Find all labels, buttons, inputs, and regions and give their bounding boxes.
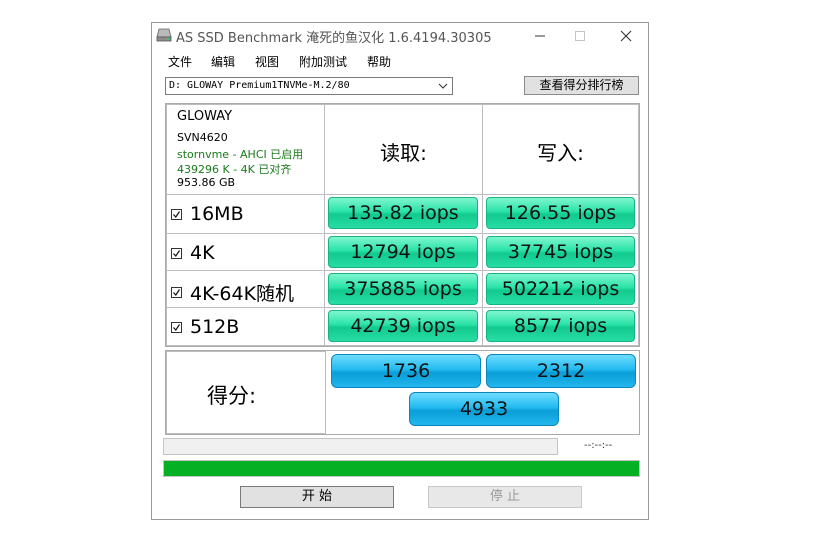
row-label-cell: 16MB: [166, 194, 325, 234]
write-header-cell: 写入:: [482, 104, 639, 195]
title-bar[interactable]: AS SSD Benchmark 淹死的鱼汉化 1.6.4194.30305: [152, 23, 648, 48]
menu-help[interactable]: 帮助: [367, 53, 391, 70]
drive-size: 953.86 GB: [177, 176, 236, 189]
stop-button[interactable]: 停 止: [428, 486, 582, 508]
current-test-progress: [163, 438, 558, 455]
drive-select[interactable]: D: GLOWAY Premium1TNVMe-M.2/80: [165, 77, 453, 95]
as-ssd-window: AS SSD Benchmark 淹死的鱼汉化 1.6.4194.30305 文…: [151, 22, 649, 520]
score-label-cell: 得分:: [166, 351, 326, 434]
result-512b-write: 8577 iops: [486, 310, 635, 342]
menu-extra-tests[interactable]: 附加测试: [299, 53, 347, 70]
result-4k-64k-write: 502212 iops: [486, 273, 635, 305]
result-512b-read: 42739 iops: [328, 310, 478, 342]
score-total: 4933: [409, 392, 559, 426]
window-title: AS SSD Benchmark 淹死的鱼汉化 1.6.4194.30305: [176, 31, 492, 46]
write-header: 写入:: [537, 141, 584, 165]
minimize-button[interactable]: [520, 23, 560, 48]
chevron-down-icon: [438, 83, 448, 89]
results-grid: GLOWAY SVN4620 stornvme - AHCI 已启用 43929…: [165, 103, 640, 347]
result-4k-write: 37745 iops: [486, 236, 635, 268]
row-label-cell: 4K: [166, 233, 325, 271]
result-16mb-read: 135.82 iops: [328, 197, 478, 229]
drive-info-panel: GLOWAY SVN4620 stornvme - AHCI 已启用 43929…: [166, 104, 325, 195]
row-label-cell: 4K-64K随机: [166, 270, 325, 308]
read-header-cell: 读取:: [324, 104, 483, 195]
row-label-cell: 512B: [166, 307, 325, 346]
menu-bar: 文件 编辑 视图 附加测试 帮助: [152, 50, 648, 72]
drive-firmware: SVN4620: [177, 131, 228, 144]
score-label: 得分:: [207, 384, 257, 408]
menu-edit[interactable]: 编辑: [211, 53, 235, 70]
elapsed-time: --:--:--: [584, 440, 613, 451]
score-write: 2312: [486, 354, 636, 388]
test-512b-checkbox[interactable]: [171, 321, 182, 333]
test-4k-64k-label: 4K-64K随机: [190, 283, 295, 305]
menu-file[interactable]: 文件: [168, 53, 192, 70]
drive-driver-status: stornvme - AHCI 已启用: [177, 148, 304, 161]
maximize-icon: [575, 30, 585, 41]
read-header: 读取:: [380, 141, 427, 165]
result-4k-read: 12794 iops: [328, 236, 478, 268]
start-button[interactable]: 开 始: [240, 486, 394, 508]
menu-view[interactable]: 视图: [255, 53, 279, 70]
test-4k-label: 4K: [190, 242, 215, 264]
minimize-icon: [535, 35, 545, 36]
overall-progress-fill: [164, 461, 639, 476]
test-4k-checkbox[interactable]: [171, 247, 182, 259]
rank-button[interactable]: 查看得分排行榜: [524, 76, 639, 95]
score-read: 1736: [331, 354, 481, 388]
close-icon: [620, 30, 632, 41]
test-16mb-checkbox[interactable]: [171, 208, 182, 220]
result-16mb-write: 126.55 iops: [486, 197, 635, 229]
overall-progress: [163, 460, 640, 477]
drive-app-icon: [156, 28, 172, 42]
drive-alignment-status: 439296 K - 4K 已对齐: [177, 163, 292, 176]
test-16mb-label: 16MB: [190, 203, 244, 225]
maximize-button[interactable]: [560, 23, 600, 48]
test-4k-64k-checkbox[interactable]: [171, 287, 182, 298]
result-4k-64k-read: 375885 iops: [328, 273, 478, 305]
score-panel: 得分: 1736 2312 4933: [165, 350, 640, 435]
close-button[interactable]: [606, 23, 646, 48]
drive-model: GLOWAY: [177, 109, 233, 124]
drive-select-value: D: GLOWAY Premium1TNVMe-M.2/80: [169, 80, 350, 91]
test-512b-label: 512B: [190, 316, 240, 338]
